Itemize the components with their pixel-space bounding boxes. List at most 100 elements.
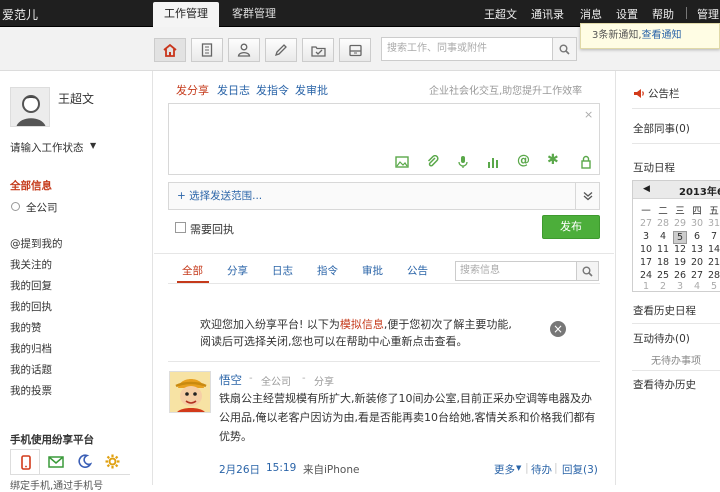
gear-icon[interactable] xyxy=(105,454,120,469)
post-more-menu[interactable]: 更多 xyxy=(494,462,515,477)
documents-button[interactable] xyxy=(191,38,223,62)
calendar-day[interactable]: 10 xyxy=(639,244,653,255)
calendar-day[interactable]: 4 xyxy=(656,231,670,242)
calendar-day[interactable]: 27 xyxy=(690,270,704,281)
feed-tab-command[interactable]: 指令 xyxy=(317,263,338,278)
view-notifications-link[interactable]: 查看通知 xyxy=(642,30,682,41)
calendar-day[interactable]: 13 xyxy=(690,244,704,255)
calendar-day[interactable]: 6 xyxy=(690,231,704,242)
chevron-down-icon[interactable]: ▼ xyxy=(516,464,521,472)
at-mention-icon[interactable]: @ xyxy=(517,153,530,168)
calendar-day[interactable]: 21 xyxy=(707,257,720,268)
calendar-day[interactable]: 30 xyxy=(690,218,704,229)
calendar-day[interactable]: 5 xyxy=(707,281,720,291)
post-author-name[interactable]: 悟空 xyxy=(219,372,242,388)
phone-tab[interactable] xyxy=(10,449,40,474)
home-button[interactable] xyxy=(154,38,186,62)
my-topics-link[interactable]: 我的话题 xyxy=(10,362,52,377)
email-icon[interactable] xyxy=(48,456,64,468)
calendar-day[interactable]: 24 xyxy=(639,270,653,281)
close-icon[interactable]: × xyxy=(584,108,593,121)
messages-link[interactable]: 消息 xyxy=(580,6,602,22)
feed-tab-share[interactable]: 分享 xyxy=(227,263,248,278)
contacts-link[interactable]: 通讯录 xyxy=(531,6,564,22)
close-welcome-icon[interactable]: × xyxy=(550,321,566,337)
feed-tab-announcement[interactable]: 公告 xyxy=(407,263,428,278)
feed-tab-all[interactable]: 全部 xyxy=(182,263,203,278)
company-filter-label[interactable]: 全公司 xyxy=(26,200,58,215)
calendar-day[interactable]: 25 xyxy=(656,270,670,281)
mentions-link[interactable]: @提到我的 xyxy=(10,236,63,251)
user-name-link[interactable]: 王超文 xyxy=(484,6,517,22)
lock-icon[interactable] xyxy=(579,155,593,169)
post-author-avatar[interactable] xyxy=(169,371,211,413)
image-icon[interactable] xyxy=(395,155,409,169)
settings-link[interactable]: 设置 xyxy=(616,6,638,22)
calendar-day[interactable]: 29 xyxy=(673,218,687,229)
composer-textarea[interactable] xyxy=(168,103,600,175)
feed-tab-log[interactable]: 日志 xyxy=(272,263,293,278)
edit-button[interactable] xyxy=(265,38,297,62)
calendar-day[interactable]: 28 xyxy=(707,270,720,281)
paperclip-icon[interactable] xyxy=(426,155,440,169)
tab-post-approval[interactable]: 发审批 xyxy=(295,82,328,98)
calendar-day[interactable]: 26 xyxy=(673,270,687,281)
calendar-day[interactable]: 12 xyxy=(673,244,687,255)
moon-icon[interactable] xyxy=(78,454,92,468)
calendar-day-today[interactable]: 5 xyxy=(673,231,687,244)
calendar-day[interactable]: 4 xyxy=(690,281,704,291)
all-info-link[interactable]: 全部信息 xyxy=(10,178,52,193)
prev-month-icon[interactable]: ◀ xyxy=(643,184,650,194)
history-schedule-link[interactable]: 查看历史日程 xyxy=(633,303,696,318)
post-todo-button[interactable]: 待办 xyxy=(531,462,552,477)
tab-post-command[interactable]: 发指令 xyxy=(256,82,289,98)
my-likes-link[interactable]: 我的赞 xyxy=(10,320,42,335)
calendar-day[interactable]: 17 xyxy=(639,257,653,268)
post-reply-button[interactable]: 回复(3) xyxy=(562,462,598,477)
archive-button[interactable] xyxy=(339,38,371,62)
calendar-day[interactable]: 14 xyxy=(707,244,720,255)
calendar-day[interactable]: 7 xyxy=(707,231,720,242)
feed-search-input[interactable]: 搜索信息 xyxy=(455,261,599,281)
post-time[interactable]: 15:19 xyxy=(266,462,296,474)
help-link[interactable]: 帮助 xyxy=(652,6,674,22)
feed-search-button[interactable] xyxy=(576,262,598,280)
following-link[interactable]: 我关注的 xyxy=(10,257,52,272)
feed-tab-approval[interactable]: 审批 xyxy=(362,263,383,278)
calendar-day[interactable]: 3 xyxy=(639,231,653,242)
calendar-day[interactable]: 27 xyxy=(639,218,653,229)
send-scope-selector[interactable]: + 选择发送范围... xyxy=(168,182,600,210)
calendar-day[interactable]: 11 xyxy=(656,244,670,255)
admin-link[interactable]: 管理 xyxy=(697,6,719,22)
topic-icon[interactable]: ✱ xyxy=(547,152,559,168)
my-replies-link[interactable]: 我的回复 xyxy=(10,278,52,293)
calendar-day[interactable]: 18 xyxy=(656,257,670,268)
calendar-day[interactable]: 20 xyxy=(690,257,704,268)
chart-icon[interactable] xyxy=(486,155,500,169)
tab-work-management[interactable]: 工作管理 xyxy=(153,2,219,27)
search-button[interactable] xyxy=(552,38,576,60)
contacts-button[interactable] xyxy=(228,38,260,62)
work-status-dropdown[interactable]: 请输入工作状态 xyxy=(10,140,84,155)
avatar[interactable] xyxy=(10,87,50,127)
microphone-icon[interactable] xyxy=(456,155,470,169)
calendar-day[interactable]: 1 xyxy=(639,281,653,291)
calendar-day[interactable]: 2 xyxy=(656,281,670,291)
tab-post-log[interactable]: 发日志 xyxy=(217,82,250,98)
calendar-day[interactable]: 19 xyxy=(673,257,687,268)
my-archive-link[interactable]: 我的归档 xyxy=(10,341,52,356)
company-radio[interactable] xyxy=(11,202,20,211)
calendar-day[interactable]: 3 xyxy=(673,281,687,291)
todo-history-link[interactable]: 查看待办历史 xyxy=(633,377,696,392)
post-date[interactable]: 2月26日 xyxy=(219,462,260,477)
calendar-day[interactable]: 31 xyxy=(707,218,720,229)
approval-button[interactable] xyxy=(302,38,334,62)
scope-dropdown-button[interactable] xyxy=(575,183,599,209)
tab-customer-management[interactable]: 客群管理 xyxy=(221,2,287,27)
my-votes-link[interactable]: 我的投票 xyxy=(10,383,52,398)
my-receipts-link[interactable]: 我的回执 xyxy=(10,299,52,314)
need-receipt-checkbox[interactable] xyxy=(175,222,186,233)
calendar-day[interactable]: 28 xyxy=(656,218,670,229)
all-colleagues-link[interactable]: 全部同事(0) xyxy=(633,121,690,136)
brand-name[interactable]: 爱范儿 xyxy=(2,6,38,23)
